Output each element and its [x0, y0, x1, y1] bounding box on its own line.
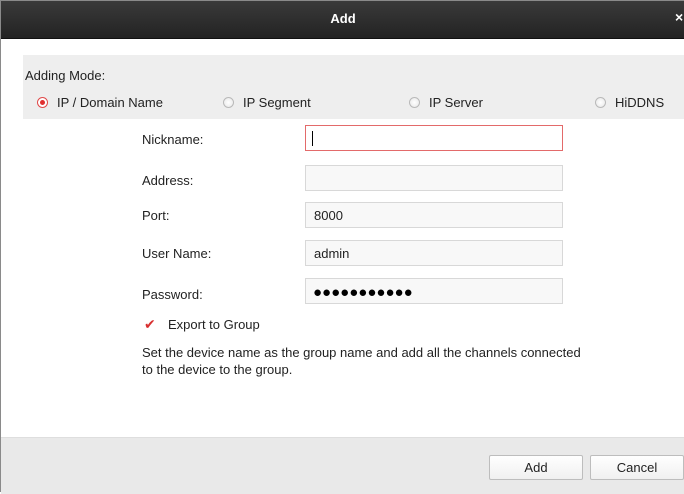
- password-label: Password:: [142, 287, 203, 302]
- port-input[interactable]: [305, 202, 563, 228]
- address-input[interactable]: [305, 165, 563, 191]
- radio-unselected-icon: [409, 96, 420, 108]
- nickname-input[interactable]: [305, 125, 563, 151]
- radio-unselected-icon: [223, 96, 234, 108]
- text-caret: [312, 131, 313, 146]
- radio-label: IP Server: [429, 94, 483, 110]
- cancel-button[interactable]: Cancel: [590, 455, 684, 480]
- radio-ip-segment[interactable]: IP Segment: [223, 93, 311, 111]
- adding-mode-panel: Adding Mode: IP / Domain Name IP Segment…: [23, 55, 684, 119]
- radio-ip-server[interactable]: IP Server: [409, 93, 483, 111]
- radio-label: IP Segment: [243, 94, 311, 110]
- radio-label: HiDDNS: [615, 94, 665, 110]
- radio-unselected-icon: [595, 96, 606, 108]
- radio-label: IP / Domain Name: [57, 94, 163, 110]
- username-label: User Name:: [142, 246, 212, 261]
- address-label: Address:: [142, 173, 194, 188]
- dialog-titlebar: Add ×: [1, 1, 684, 39]
- nickname-label: Nickname:: [142, 132, 204, 147]
- dialog-footer: Add Cancel: [1, 437, 684, 494]
- adding-mode-label: Adding Mode:: [25, 68, 106, 83]
- radio-selected-icon: [37, 96, 48, 108]
- close-icon[interactable]: ×: [675, 9, 684, 25]
- export-help-text: Set the device name as the group name an…: [142, 345, 581, 377]
- radio-hiddns[interactable]: HiDDNS: [595, 93, 664, 111]
- add-device-dialog: Add × Adding Mode: IP / Domain Name IP S…: [0, 0, 684, 494]
- export-to-group-label: Export to Group: [168, 317, 260, 332]
- add-button[interactable]: Add: [489, 455, 583, 480]
- checkmark-icon: ✔: [144, 316, 156, 332]
- dialog-title: Add: [330, 11, 356, 26]
- radio-ip-domain-name[interactable]: IP / Domain Name: [37, 93, 163, 111]
- username-input[interactable]: [305, 240, 563, 266]
- password-input[interactable]: [305, 278, 563, 304]
- export-to-group-checkbox[interactable]: ✔ Export to Group: [144, 317, 260, 332]
- port-label: Port:: [142, 208, 170, 223]
